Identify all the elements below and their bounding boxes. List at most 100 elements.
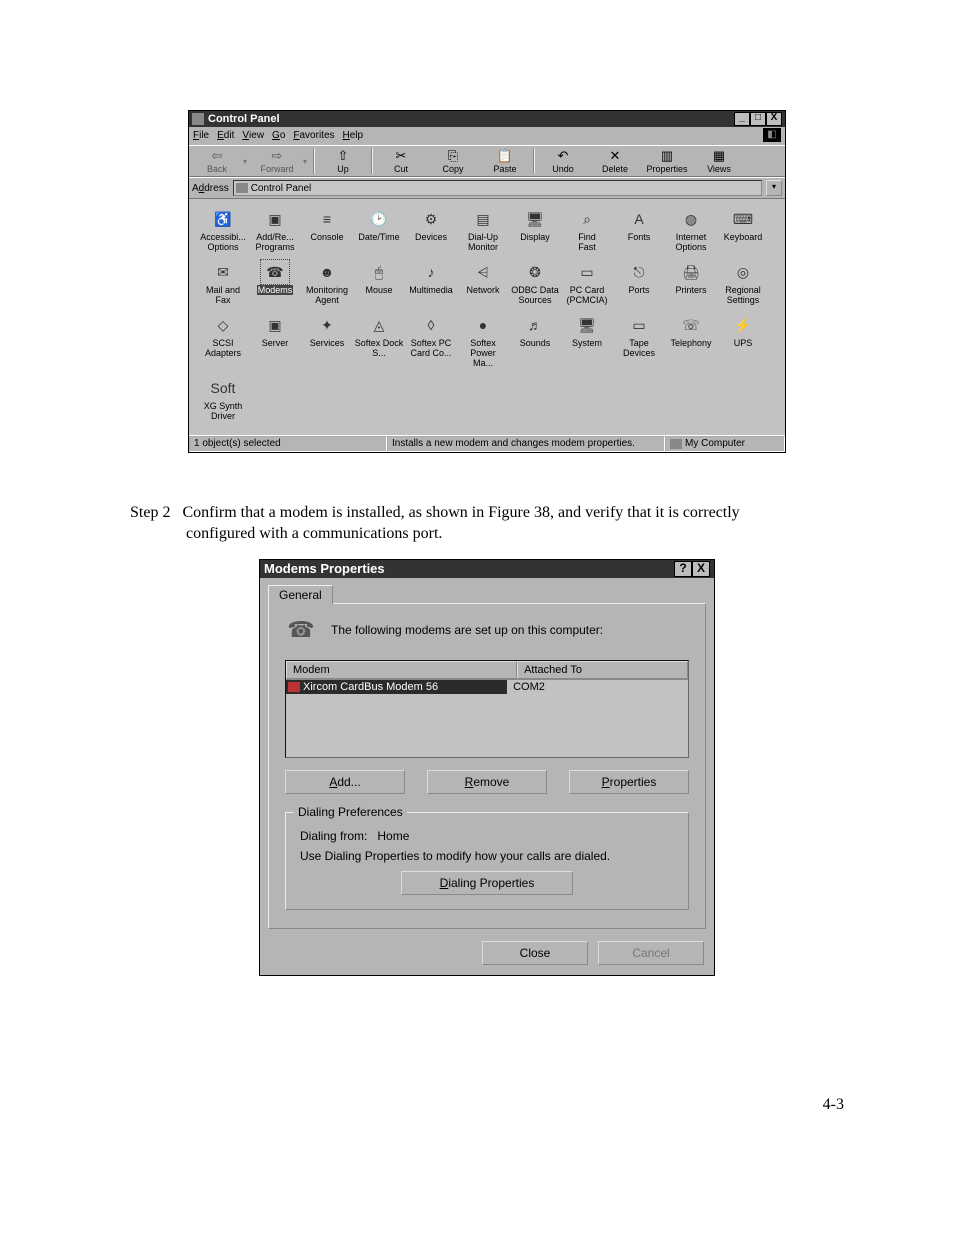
dialog-close-button[interactable]: X bbox=[692, 561, 710, 577]
applet-icon: ≡ bbox=[313, 207, 341, 231]
applet-icon: ⎋ bbox=[625, 260, 653, 284]
menu-help[interactable]: Help bbox=[343, 128, 364, 144]
close-button[interactable]: X bbox=[766, 112, 782, 126]
maximize-button[interactable]: □ bbox=[750, 112, 766, 126]
cp-item-odbc-data-sources[interactable]: ❂ODBC DataSources bbox=[509, 260, 561, 305]
toolbar-paste-button[interactable]: 📋Paste bbox=[479, 148, 531, 174]
applet-icon: ⩤ bbox=[469, 260, 497, 284]
status-zone: My Computer bbox=[665, 436, 785, 452]
cp-item-devices[interactable]: ⚙Devices bbox=[405, 207, 457, 252]
menu-go[interactable]: Go bbox=[272, 128, 285, 144]
toolbar-up-button[interactable]: ⇧Up bbox=[317, 148, 369, 174]
paste-icon: 📋 bbox=[479, 148, 531, 164]
col-modem[interactable]: Modem bbox=[286, 661, 517, 679]
back-icon: ⇦ bbox=[191, 148, 243, 164]
cp-item-system[interactable]: 🖥System bbox=[561, 313, 613, 368]
remove-button[interactable]: Remove bbox=[427, 770, 547, 794]
page-number: 4-3 bbox=[130, 1096, 844, 1114]
cp-item-dial-up-monitor[interactable]: ▤Dial-UpMonitor bbox=[457, 207, 509, 252]
forward-icon: ⇨ bbox=[251, 148, 303, 164]
properties-button[interactable]: Properties bbox=[569, 770, 689, 794]
app-icon bbox=[192, 113, 204, 125]
menu-view[interactable]: View bbox=[242, 128, 264, 144]
cp-item-xg-synth-driver[interactable]: SoftXG SynthDriver bbox=[197, 376, 249, 421]
dialing-from-value: Home bbox=[377, 829, 409, 843]
icon-area: ♿Accessibi...Options▣Add/Re...Programs≡C… bbox=[189, 199, 785, 435]
cp-item-pc-card-pcmcia[interactable]: ▭PC Card(PCMCIA) bbox=[561, 260, 613, 305]
step-text-line2: configured with a communications port. bbox=[186, 524, 844, 545]
dialing-properties-button[interactable]: Dialing Properties bbox=[401, 871, 573, 895]
cp-item-telephony[interactable]: ☏Telephony bbox=[665, 313, 717, 368]
cp-item-softex-dock-s[interactable]: ◬Softex DockS... bbox=[353, 313, 405, 368]
cp-item-server[interactable]: ▣Server bbox=[249, 313, 301, 368]
menu-favorites[interactable]: Favorites bbox=[293, 128, 334, 144]
cp-item-date-time[interactable]: 🕑Date/Time bbox=[353, 207, 405, 252]
add-button[interactable]: Add... bbox=[285, 770, 405, 794]
menu-file[interactable]: File bbox=[193, 128, 209, 144]
dialing-preferences-group: Dialing Preferences Dialing from: Home U… bbox=[285, 812, 689, 910]
dialing-desc: Use Dialing Properties to modify how you… bbox=[300, 849, 674, 863]
cp-item-monitoring-agent[interactable]: ☻MonitoringAgent bbox=[301, 260, 353, 305]
cp-item-mouse[interactable]: 🖱Mouse bbox=[353, 260, 405, 305]
menu-edit[interactable]: Edit bbox=[217, 128, 234, 144]
dialog-titlebar[interactable]: Modems Properties ? X bbox=[260, 560, 714, 578]
toolbar-cut-button[interactable]: ✂Cut bbox=[375, 148, 427, 174]
cp-item-softex-power-ma[interactable]: ●Softex PowerMa... bbox=[457, 313, 509, 368]
cp-item-softex-pc-card-co[interactable]: ◊Softex PCCard Co... bbox=[405, 313, 457, 368]
applet-icon: 🖥 bbox=[521, 207, 549, 231]
address-value: Control Panel bbox=[251, 183, 312, 194]
address-dropdown-button[interactable]: ▾ bbox=[766, 180, 782, 196]
minimize-button[interactable]: _ bbox=[734, 112, 750, 126]
properties-icon: ▥ bbox=[641, 148, 693, 164]
cp-item-ports[interactable]: ⎋Ports bbox=[613, 260, 665, 305]
cp-item-internet-options[interactable]: ◍InternetOptions bbox=[665, 207, 717, 252]
status-bar: 1 object(s) selected Installs a new mode… bbox=[189, 435, 785, 452]
col-attached[interactable]: Attached To bbox=[517, 661, 688, 679]
cp-item-modems[interactable]: ☎Modems bbox=[249, 260, 301, 305]
cp-item-multimedia[interactable]: ♪Multimedia bbox=[405, 260, 457, 305]
close-dialog-button[interactable]: Close bbox=[482, 941, 588, 965]
list-row[interactable]: Xircom CardBus Modem 56 COM2 bbox=[286, 680, 688, 694]
folder-icon bbox=[236, 183, 248, 193]
modem-list[interactable]: Modem Attached To Xircom CardBus Modem 5… bbox=[285, 660, 689, 758]
toolbar-separator bbox=[371, 148, 373, 174]
address-bar: Address Control Panel ▾ bbox=[189, 177, 785, 199]
cp-item-printers[interactable]: 🖨Printers bbox=[665, 260, 717, 305]
toolbar-properties-button[interactable]: ▥Properties bbox=[641, 148, 693, 174]
cp-item-keyboard[interactable]: ⌨Keyboard bbox=[717, 207, 769, 252]
applet-icon: 🕑 bbox=[365, 207, 393, 231]
info-text: The following modems are set up on this … bbox=[331, 623, 603, 637]
cp-item-add-re-programs[interactable]: ▣Add/Re...Programs bbox=[249, 207, 301, 252]
applet-icon: ◎ bbox=[729, 260, 757, 284]
cp-item-find-fast[interactable]: ⌕FindFast bbox=[561, 207, 613, 252]
cp-item-tape-devices[interactable]: ▭TapeDevices bbox=[613, 313, 665, 368]
cp-item-mail-and-fax[interactable]: ✉Mail andFax bbox=[197, 260, 249, 305]
list-header: Modem Attached To bbox=[286, 661, 688, 680]
cp-item-network[interactable]: ⩤Network bbox=[457, 260, 509, 305]
status-selection: 1 object(s) selected bbox=[189, 436, 387, 452]
cp-item-services[interactable]: ✦Services bbox=[301, 313, 353, 368]
window-title: Control Panel bbox=[208, 111, 280, 127]
cp-item-console[interactable]: ≡Console bbox=[301, 207, 353, 252]
menu-bar: FileEditViewGoFavoritesHelp◧ bbox=[189, 127, 785, 145]
cp-item-regional-settings[interactable]: ◎RegionalSettings bbox=[717, 260, 769, 305]
cp-item-scsi-adapters[interactable]: ◇SCSIAdapters bbox=[197, 313, 249, 368]
modem-row-icon bbox=[288, 682, 300, 692]
status-description: Installs a new modem and changes modem p… bbox=[387, 436, 665, 452]
titlebar[interactable]: Control Panel _ □ X bbox=[189, 111, 785, 127]
applet-icon: ▭ bbox=[573, 260, 601, 284]
toolbar-views-button[interactable]: ▦Views bbox=[693, 148, 745, 174]
cp-item-display[interactable]: 🖥Display bbox=[509, 207, 561, 252]
help-button[interactable]: ? bbox=[674, 561, 692, 577]
address-combo[interactable]: Control Panel bbox=[233, 180, 762, 196]
toolbar-undo-button[interactable]: ↶Undo bbox=[537, 148, 589, 174]
cp-item-accessibi-options[interactable]: ♿Accessibi...Options bbox=[197, 207, 249, 252]
tab-general[interactable]: General bbox=[268, 585, 333, 604]
modem-icon: ☎ bbox=[285, 616, 317, 644]
cp-item-sounds[interactable]: ♬Sounds bbox=[509, 313, 561, 368]
cp-item-ups[interactable]: ⚡UPS bbox=[717, 313, 769, 368]
toolbar-copy-button[interactable]: ⎘Copy bbox=[427, 148, 479, 174]
toolbar-delete-button[interactable]: ✕Delete bbox=[589, 148, 641, 174]
cp-item-fonts[interactable]: AFonts bbox=[613, 207, 665, 252]
cancel-dialog-button[interactable]: Cancel bbox=[598, 941, 704, 965]
